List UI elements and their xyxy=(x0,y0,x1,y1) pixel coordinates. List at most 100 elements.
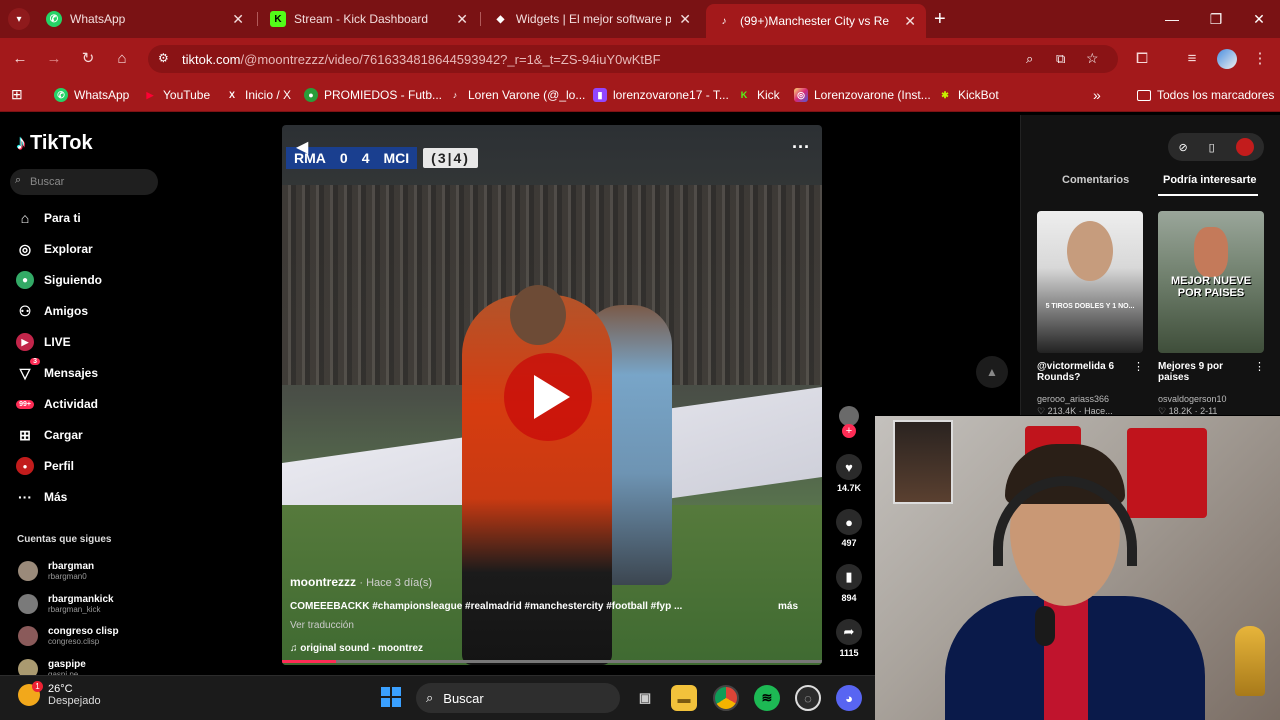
weather-widget[interactable]: 1 26°C Despejado xyxy=(18,681,101,707)
video-player[interactable]: RMA 0 4 MCI (3|4) ◀ ··· moontrezzz · Hac… xyxy=(282,125,822,665)
tab-kick-dashboard[interactable]: K Stream - Kick Dashboard ✕ xyxy=(260,4,478,34)
profile-avatar[interactable] xyxy=(1217,49,1237,69)
suggestion-more-icon[interactable]: ⋮ xyxy=(1254,360,1265,373)
bookmark-kickbot[interactable]: ✱ KickBot xyxy=(938,86,998,104)
chrome-menu-icon[interactable]: ⋮ xyxy=(1248,46,1272,70)
nav-explorar[interactable]: ◎ Explorar xyxy=(16,237,93,261)
bookmark-star-icon[interactable]: ☆ xyxy=(1086,50,1099,67)
site-info-icon[interactable]: ⚙ xyxy=(158,51,169,65)
follow-plus-icon[interactable]: + xyxy=(842,424,856,438)
nav-para-ti[interactable]: ⌂ Para ti xyxy=(16,206,81,230)
nav-siguiendo[interactable]: ● Siguiendo xyxy=(16,268,102,292)
autoscroll-icon[interactable]: ⊘ xyxy=(1178,141,1187,154)
close-window-button[interactable]: ✕ xyxy=(1237,0,1280,38)
suggestion-title[interactable]: @victormelida 6 Rounds? xyxy=(1037,361,1133,383)
save-action[interactable]: ▮ 894 xyxy=(836,564,862,603)
windows-start-icon[interactable] xyxy=(381,687,401,707)
share-action[interactable]: ➦ 1115 xyxy=(836,619,862,658)
comment-action[interactable]: ● 497 xyxy=(836,509,862,548)
phone-icon[interactable]: ▯ xyxy=(1209,141,1215,154)
restore-window-button[interactable]: ❐ xyxy=(1194,0,1238,38)
file-explorer-icon[interactable]: ▬ xyxy=(671,685,697,711)
like-action[interactable]: ♥ 14.7K xyxy=(836,454,862,493)
video-progress-bar[interactable] xyxy=(282,660,822,663)
bookmark-youtube[interactable]: ▶ YouTube xyxy=(143,86,211,104)
back-button[interactable]: ← xyxy=(8,46,32,70)
volume-icon[interactable]: ◀ xyxy=(296,137,308,157)
tab-comentarios[interactable]: Comentarios xyxy=(1062,174,1129,186)
suggestion-thumbnail[interactable]: 5 TIROS DOBLES Y 1 NO... xyxy=(1037,211,1143,353)
tiktok-search-input[interactable]: ⌕ Buscar xyxy=(10,169,158,195)
nav-actividad[interactable]: 99+ Actividad xyxy=(16,392,98,416)
task-view-icon[interactable]: ▣ xyxy=(632,685,658,711)
like-count: 14.7K xyxy=(836,483,862,493)
bookmark-instagram[interactable]: ◎ Lorenzovarone (Inst... xyxy=(794,86,931,104)
new-tab-button[interactable]: + xyxy=(934,8,946,31)
bookmarks-overflow-icon[interactable]: » xyxy=(1093,86,1101,104)
suggestion-author[interactable]: osvaldogerson10 xyxy=(1158,394,1227,404)
suggestion-title[interactable]: Mejores 9 por paises xyxy=(1158,361,1254,383)
suggestion-author[interactable]: gerooo_ariass366 xyxy=(1037,394,1109,404)
suggestion-thumbnail[interactable]: MEJOR NUEVE POR PAISES xyxy=(1158,211,1264,353)
tab-widgets[interactable]: ◆ Widgets | El mejor software par ✕ xyxy=(483,4,701,34)
zoom-icon[interactable]: ⌕ xyxy=(1026,51,1033,67)
caption-more-link[interactable]: más xyxy=(778,601,798,612)
share-icon[interactable]: ➦ xyxy=(836,619,862,645)
user-avatar[interactable] xyxy=(1235,138,1254,156)
bookmark-icon[interactable]: ▮ xyxy=(836,564,862,590)
heart-icon[interactable]: ♥ xyxy=(836,454,862,480)
minimize-window-button[interactable]: — xyxy=(1150,0,1194,38)
apps-icon[interactable]: ⊞ xyxy=(11,86,23,103)
tab-tiktok-active[interactable]: ♪ (99+)Manchester City vs Re ✕ xyxy=(706,4,926,38)
video-author[interactable]: moontrezzz xyxy=(290,575,356,589)
close-tab-icon[interactable]: ✕ xyxy=(904,13,916,30)
media-control-icon[interactable]: ≡ xyxy=(1180,46,1204,70)
following-item[interactable]: congreso clisp congreso.clisp xyxy=(18,623,119,649)
nav-mas[interactable]: ··· Más xyxy=(16,485,67,509)
tab-podria-interesarte[interactable]: Podría interesarte xyxy=(1163,174,1257,186)
reload-button[interactable]: ↻ xyxy=(76,46,100,70)
all-bookmarks-folder[interactable]: Todos los marcadores xyxy=(1137,86,1274,104)
nav-cargar[interactable]: ⊞ Cargar xyxy=(16,423,83,447)
close-tab-icon[interactable]: ✕ xyxy=(232,11,244,28)
extensions-icon[interactable]: ⧠ xyxy=(1130,46,1154,70)
home-button[interactable]: ⌂ xyxy=(110,46,134,70)
bookmark-whatsapp[interactable]: ✆ WhatsApp xyxy=(54,86,129,104)
taskbar-search-label: Buscar xyxy=(443,690,484,706)
spotify-icon[interactable]: ≋ xyxy=(754,685,780,711)
nav-live[interactable]: ▶ LIVE xyxy=(16,330,71,354)
chrome-icon[interactable] xyxy=(713,685,739,711)
bookmark-twitch[interactable]: ▮ lorenzovarone17 - T... xyxy=(593,86,729,104)
translate-link[interactable]: Ver traducción xyxy=(290,620,810,631)
install-app-icon[interactable]: ⧉ xyxy=(1056,51,1065,67)
bookmark-kick[interactable]: K Kick xyxy=(737,86,780,104)
play-button[interactable] xyxy=(504,353,592,441)
comment-icon[interactable]: ● xyxy=(836,509,862,535)
following-item[interactable]: rbargman rbargman0 xyxy=(18,558,94,584)
taskbar-search[interactable]: ⌕ Buscar xyxy=(416,683,620,713)
nav-mensajes[interactable]: ▽ 3 Mensajes xyxy=(16,358,98,385)
previous-video-icon[interactable]: ▲ xyxy=(976,356,1008,388)
video-sound[interactable]: ♫ original sound - moontrez xyxy=(290,643,810,654)
close-tab-icon[interactable]: ✕ xyxy=(679,11,691,28)
bookmark-label: Loren Varone (@_lo... xyxy=(468,88,586,102)
tab-whatsapp[interactable]: ✆ WhatsApp ✕ xyxy=(36,4,254,34)
address-bar[interactable]: ⚙ tiktok.com/@moontrezzz/video/761633481… xyxy=(148,45,1118,73)
bookmark-promiedos[interactable]: ● PROMIEDOS - Futb... xyxy=(304,86,442,104)
tab-search-button[interactable]: ▾ xyxy=(8,8,30,30)
nav-label: Siguiendo xyxy=(44,273,102,287)
bookmark-tiktok-loren[interactable]: ♪ Loren Varone (@_lo... xyxy=(448,86,586,104)
bookmark-label: lorenzovarone17 - T... xyxy=(613,88,729,102)
forward-button[interactable]: → xyxy=(42,46,66,70)
obs-icon[interactable]: ◌ xyxy=(795,685,821,711)
close-tab-icon[interactable]: ✕ xyxy=(456,11,468,28)
video-more-options-icon[interactable]: ··· xyxy=(792,137,810,158)
nav-perfil[interactable]: ● Perfil xyxy=(16,454,74,478)
discord-icon[interactable]: ◕ xyxy=(836,685,862,711)
following-item[interactable]: rbargmankick rbargman_kick xyxy=(18,591,114,617)
tiktok-logo[interactable]: ♪ TikTok xyxy=(16,132,93,155)
suggestion-more-icon[interactable]: ⋮ xyxy=(1133,360,1144,373)
creator-avatar[interactable] xyxy=(839,406,859,426)
nav-amigos[interactable]: ⚇ Amigos xyxy=(16,299,88,323)
bookmark-x[interactable]: X Inicio / X xyxy=(225,86,291,104)
